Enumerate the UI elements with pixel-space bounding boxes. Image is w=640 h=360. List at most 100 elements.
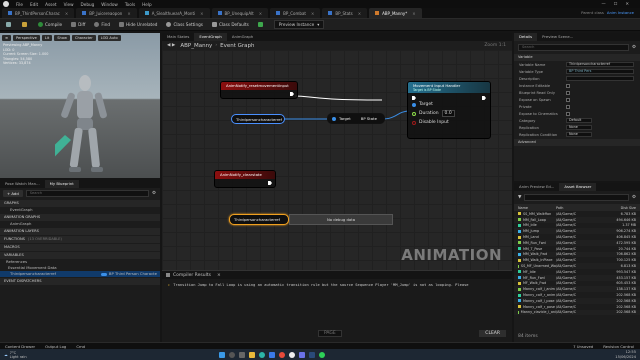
edge-browser-icon[interactable] (258, 351, 265, 358)
compiler-results-title[interactable]: Compiler Results (173, 273, 211, 278)
cmd-input[interactable]: Cmd (76, 344, 85, 349)
tab-preview-scene[interactable]: Preview Scene... (537, 33, 578, 41)
gear-icon[interactable]: ⚙ (632, 195, 636, 200)
search-input[interactable]: Search (25, 190, 149, 197)
exec-out-pin[interactable] (290, 92, 294, 96)
lod-button[interactable]: LOD Auto (97, 35, 121, 41)
section-animation-graphs[interactable]: ANIMATION GRAPHS (0, 214, 160, 221)
variable-name-field[interactable]: Thirdpersoncharacterref (566, 62, 634, 67)
store-icon[interactable] (268, 351, 275, 358)
page-dropdown[interactable]: PAGE (318, 330, 342, 337)
clear-button[interactable]: CLEAR (479, 330, 506, 337)
event-node-clear-state[interactable]: AnimNotify_clearstate (214, 170, 276, 188)
search-icon[interactable] (228, 351, 235, 358)
section-macros[interactable]: MACROS (0, 244, 160, 251)
tab-stealth-montage[interactable]: A_SlealthuearA_Monti × (138, 8, 210, 18)
expose-spawn-checkbox[interactable] (566, 97, 570, 102)
class-defaults-button[interactable]: Class Defaults (211, 22, 249, 27)
description-field[interactable] (566, 76, 634, 81)
tab-my-blueprint[interactable]: My Blueprint (44, 180, 79, 188)
gear-icon[interactable]: ⚙ (152, 191, 156, 196)
tab-details[interactable]: Details (514, 33, 538, 41)
tab-abp-manny[interactable]: ABP_Manny* × (369, 8, 422, 18)
item-anim-graph[interactable]: AnimGraph (0, 221, 160, 227)
menu-tools[interactable]: Tools (125, 2, 135, 7)
preview-instance-dropdown[interactable]: Preview Instance ▾ (273, 20, 325, 29)
windows-start-icon[interactable] (218, 351, 225, 358)
show-button[interactable]: Show (54, 35, 70, 41)
hide-unrelated-button[interactable]: Hide Unrelated (119, 22, 157, 27)
get-ref-node-1[interactable]: Thirdpersoncharacterref (231, 114, 285, 124)
compiler-message[interactable]: ▸ Transition Jump to Fall Loop is using … (162, 279, 512, 291)
float-pin-icon[interactable] (412, 111, 416, 116)
compile-button[interactable]: Compile (38, 22, 62, 27)
discord-icon[interactable] (298, 351, 305, 358)
breadcrumb-root[interactable]: ABP_Manny (180, 43, 212, 49)
gear-icon[interactable]: ⚙ (632, 45, 636, 50)
close-tab-icon[interactable]: × (311, 11, 314, 16)
diff-button[interactable]: Diff (71, 22, 85, 27)
minimize-icon[interactable]: — (602, 1, 606, 6)
tab-anim-graph[interactable]: AnimGraph (227, 33, 258, 41)
add-button[interactable]: + Add (3, 190, 23, 197)
find-button[interactable]: Find (94, 22, 110, 27)
bool-pin-icon[interactable] (412, 120, 416, 125)
menu-debug[interactable]: Debug (81, 2, 95, 7)
clock[interactable]: 12:55 15/06/2024 (615, 350, 636, 359)
menu-window[interactable]: Window (101, 2, 118, 7)
variable-row[interactable]: Thirdpersoncharacterref BP Third Person … (0, 271, 160, 277)
unreal-editor-icon[interactable] (288, 351, 295, 358)
filter-icon[interactable]: ▼ (518, 195, 521, 200)
read-only-checkbox[interactable] (566, 90, 570, 95)
spotify-icon[interactable] (318, 351, 325, 358)
section-event-dispatchers[interactable]: EVENT DISPATCHERS (0, 278, 160, 285)
class-settings-button[interactable]: Class Settings (166, 22, 203, 27)
tab-bp-thirdperson[interactable]: BP_ThirdPersonCharac × (2, 8, 75, 18)
menu-view[interactable]: View (64, 2, 74, 7)
section-graphs[interactable]: GRAPHS (0, 200, 160, 207)
preview-viewport[interactable]: ≡ Perspective Lit Show Character LOD Aut… (0, 33, 160, 197)
output-log-button[interactable]: Output Log (45, 344, 66, 349)
close-tab-icon[interactable]: × (65, 11, 68, 16)
section-variables[interactable]: VARIABLES (0, 252, 160, 259)
tab-bp-unequip[interactable]: BP_UnequipAlt × (211, 8, 269, 18)
close-tab-icon[interactable]: × (259, 11, 262, 16)
advanced-section[interactable]: Advanced (514, 139, 640, 146)
movement-input-handler-node[interactable]: Movement Input Handler Target is BP Stat… (407, 81, 491, 139)
chrome-icon[interactable] (278, 351, 285, 358)
close-icon[interactable]: ✕ (625, 1, 629, 6)
close-tab-icon[interactable]: × (200, 11, 203, 16)
details-search-input[interactable]: Search (518, 44, 629, 51)
section-animation-layers[interactable]: ANIMATION LAYERS (0, 228, 160, 235)
close-tab-icon[interactable]: × (358, 11, 361, 16)
viewport-menu-icon[interactable]: ≡ (2, 35, 12, 41)
tab-bp-combat[interactable]: BP_Combat × (270, 8, 321, 18)
browse-button[interactable] (22, 22, 29, 27)
tab-anim-preview-editor[interactable]: Anim Preview Ed... (514, 183, 559, 191)
get-ref-node-2-selected[interactable]: Thirdpersoncharacterref (229, 214, 289, 225)
content-drawer-button[interactable]: Content Drawer (5, 344, 35, 349)
menu-file[interactable]: File (16, 2, 23, 7)
private-checkbox[interactable] (566, 104, 570, 109)
close-icon[interactable]: × (217, 273, 221, 278)
file-explorer-icon[interactable] (248, 351, 255, 358)
back-icon[interactable]: ◀ ▶ (167, 43, 175, 48)
menu-help[interactable]: Help (142, 2, 152, 7)
revision-control-button[interactable]: Revision Control (603, 344, 634, 349)
asset-row[interactable]: Manny_clavicle_l_ani/All/Game/C 202.568 K… (514, 309, 640, 316)
steam-icon[interactable] (308, 351, 315, 358)
replication-dropdown[interactable]: None (566, 125, 592, 130)
menu-asset[interactable]: Asset (45, 2, 56, 7)
variable-section[interactable]: Variable (514, 54, 640, 61)
section-functions[interactable]: FUNCTIONS (13 OVERRIDABLE) (0, 236, 160, 243)
category-dropdown[interactable]: Default (566, 118, 592, 123)
menu-edit[interactable]: Edit (30, 2, 38, 7)
bp-state-node[interactable]: Target BP State (327, 113, 385, 124)
character-button[interactable]: Character (71, 35, 96, 41)
exec-out-pin[interactable] (268, 181, 272, 185)
unsaved-button[interactable]: 7 Unsaved (573, 344, 593, 349)
unreal-logo-icon[interactable] (3, 1, 9, 7)
replication-condition-dropdown[interactable]: None (566, 132, 592, 137)
variable-type-dropdown[interactable]: BP Third Pers (566, 69, 634, 74)
tab-main-states[interactable]: Main States (162, 33, 194, 41)
